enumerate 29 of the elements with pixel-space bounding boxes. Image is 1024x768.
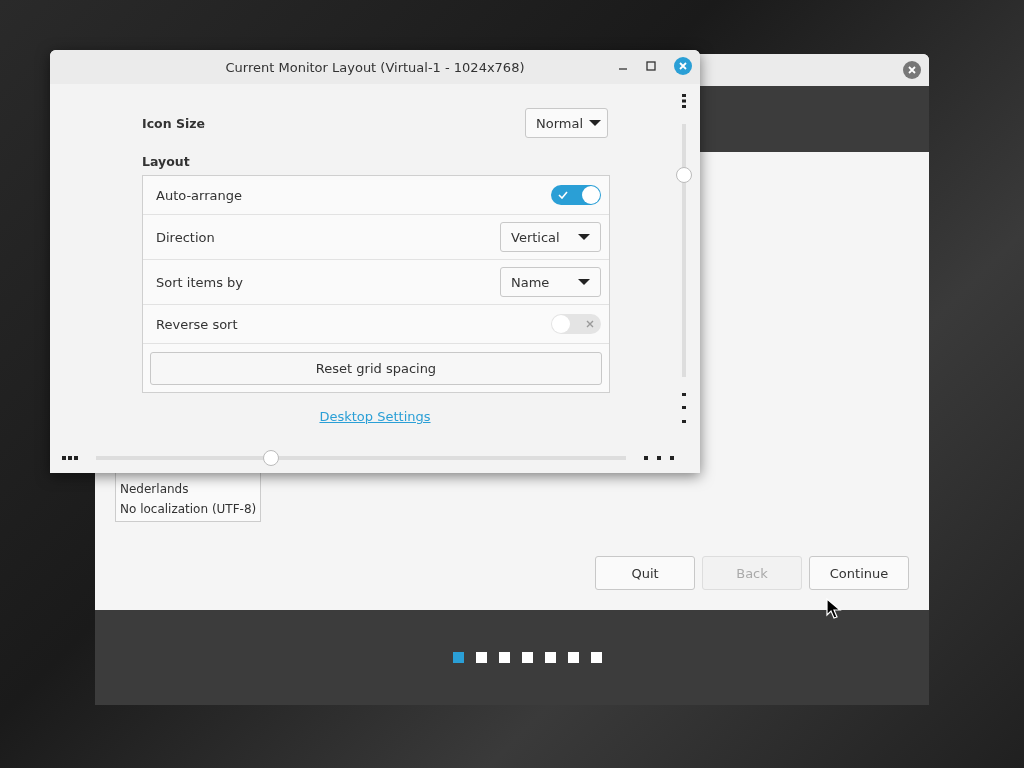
setting-label: Auto-arrange xyxy=(156,187,242,203)
close-icon[interactable] xyxy=(674,57,692,75)
dropdown[interactable]: Vertical xyxy=(500,222,601,252)
check-icon xyxy=(558,191,568,199)
setting-label: Direction xyxy=(156,229,215,245)
continue-button[interactable]: Continue xyxy=(809,556,909,590)
setting-label: Sort items by xyxy=(156,274,243,290)
reset-grid-spacing-button[interactable]: Reset grid spacing xyxy=(150,351,602,385)
language-item[interactable]: Nederlands xyxy=(116,479,261,499)
mouse-pointer-icon xyxy=(826,598,842,620)
handle-icon[interactable] xyxy=(682,94,686,108)
slider-thumb[interactable] xyxy=(262,450,279,466)
quit-button[interactable]: Quit xyxy=(595,556,695,590)
toggle-switch[interactable] xyxy=(551,314,601,334)
slider-thumb[interactable] xyxy=(676,166,692,183)
window-title: Current Monitor Layout (Virtual-1 - 1024x768) xyxy=(225,59,525,75)
maximize-icon[interactable] xyxy=(646,61,656,71)
handle-icon[interactable] xyxy=(62,456,78,460)
setting-label: Reverse sort xyxy=(156,316,238,332)
close-icon[interactable] xyxy=(903,61,921,79)
icon-size-label: Icon Size xyxy=(142,115,205,131)
cross-icon xyxy=(586,320,594,328)
icon-size-dropdown[interactable]: Normal xyxy=(525,108,608,138)
toggle-switch[interactable] xyxy=(551,185,601,205)
layout-heading: Layout xyxy=(142,154,191,169)
handle-icon[interactable] xyxy=(682,393,686,423)
dropdown[interactable]: Name xyxy=(500,267,601,297)
handle-icon[interactable] xyxy=(644,456,674,460)
language-item[interactable]: No localization (UTF-8) xyxy=(116,499,261,519)
